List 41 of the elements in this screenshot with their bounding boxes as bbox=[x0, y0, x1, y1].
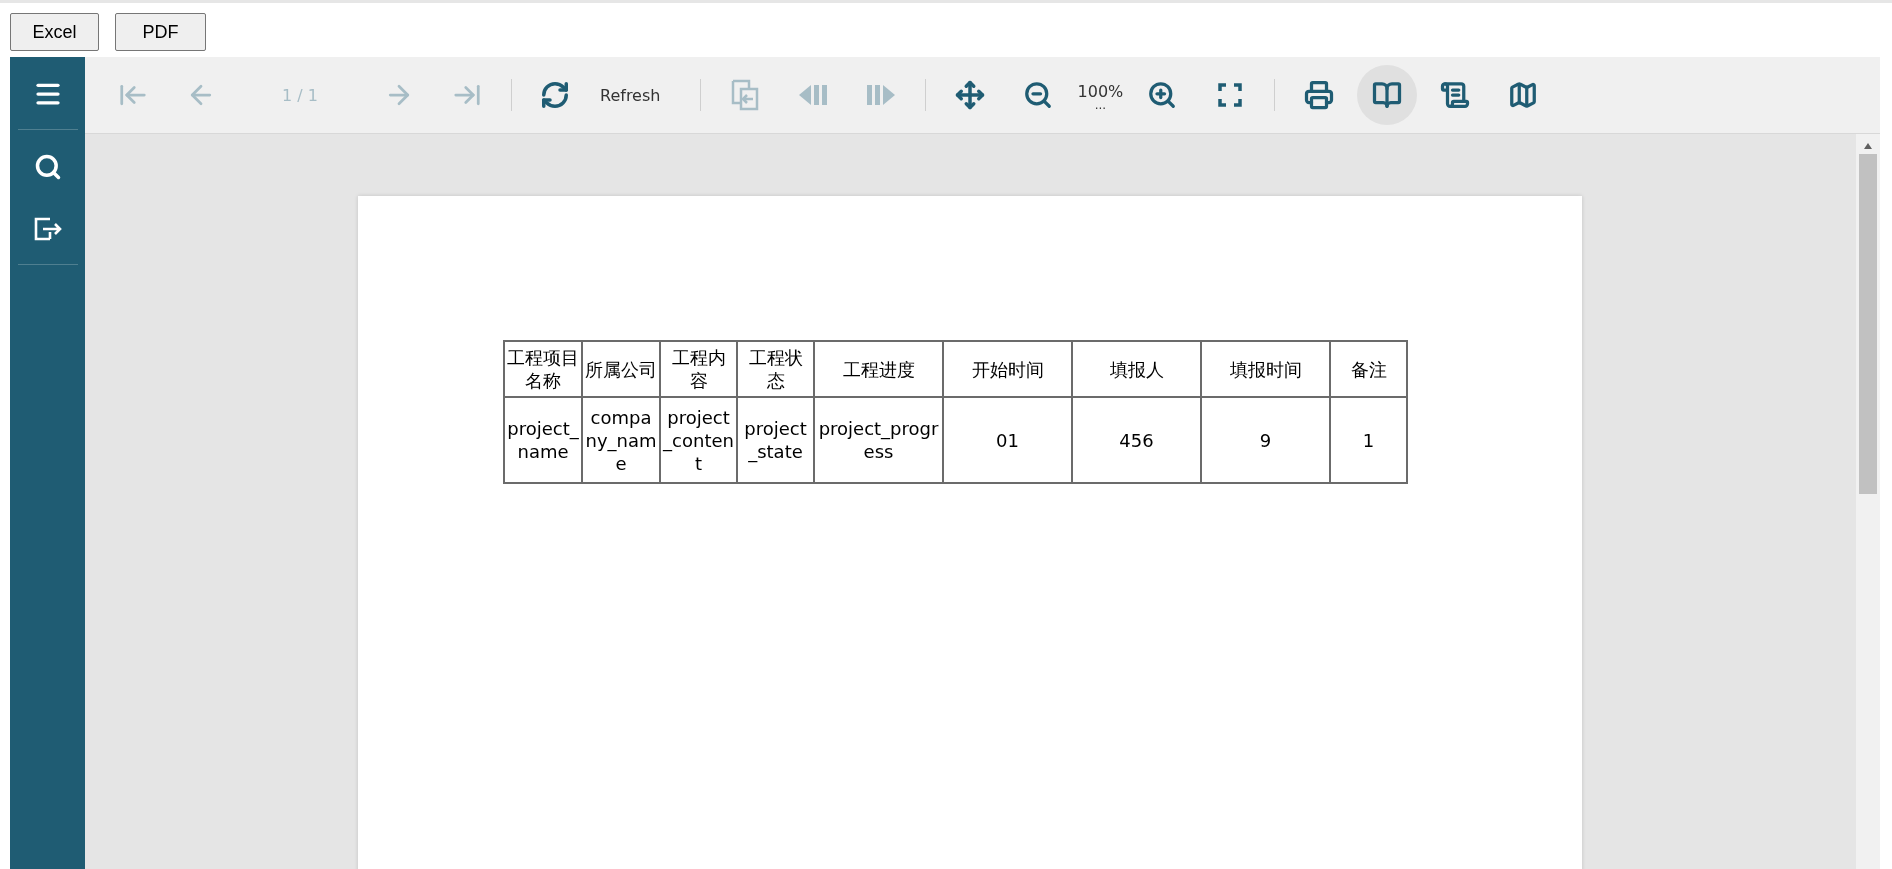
scrollbar-thumb[interactable] bbox=[1859, 154, 1877, 494]
export-format-button[interactable]: PDF bbox=[115, 13, 206, 51]
export-format-button[interactable]: Excel bbox=[10, 13, 99, 51]
column-header: 工程进度 bbox=[814, 341, 943, 397]
printer-icon bbox=[1304, 80, 1335, 110]
folded-map-icon bbox=[1508, 80, 1539, 110]
scroll-up-icon[interactable] bbox=[1863, 142, 1873, 150]
previous-section-icon bbox=[797, 83, 830, 107]
column-header: 所属公司 bbox=[582, 341, 660, 397]
refresh-icon bbox=[540, 80, 570, 110]
scrollbar[interactable] bbox=[1856, 134, 1880, 869]
document-arrow-icon bbox=[731, 79, 760, 111]
column-header: 备注 bbox=[1330, 341, 1407, 397]
table-cell: 456 bbox=[1072, 397, 1201, 483]
column-header: 填报人 bbox=[1072, 341, 1201, 397]
fullscreen-icon bbox=[1218, 83, 1243, 107]
move-icon bbox=[955, 80, 986, 110]
page-indicator: 1 / 1 bbox=[281, 85, 319, 105]
table-cell: 01 bbox=[943, 397, 1072, 483]
column-header: 工程内容 bbox=[660, 341, 737, 397]
table-cell: project_progress bbox=[814, 397, 943, 483]
refresh-label: Refresh bbox=[600, 85, 661, 105]
column-header: 工程状态 bbox=[737, 341, 814, 397]
table-cell: project_content bbox=[660, 397, 737, 483]
table-cell: 1 bbox=[1330, 397, 1407, 483]
table-cell: project_name bbox=[504, 397, 582, 483]
search-icon bbox=[33, 153, 62, 181]
table-cell: company_name bbox=[582, 397, 660, 483]
zoom-level: 100% bbox=[1077, 81, 1124, 101]
open-book-icon bbox=[1372, 80, 1403, 110]
column-header: 工程项目名称 bbox=[504, 341, 582, 397]
table-cell: project_state bbox=[737, 397, 814, 483]
column-header: 开始时间 bbox=[943, 341, 1072, 397]
scroll-icon bbox=[1440, 80, 1471, 110]
zoom-more[interactable]: ... bbox=[1094, 100, 1107, 109]
table-cell: 9 bbox=[1201, 397, 1330, 483]
export-icon bbox=[32, 216, 63, 242]
zoom-in-icon bbox=[1147, 80, 1178, 110]
zoom-out-icon bbox=[1023, 80, 1054, 110]
refresh-button[interactable]: Refresh bbox=[522, 65, 691, 125]
column-header: 填报时间 bbox=[1201, 341, 1330, 397]
